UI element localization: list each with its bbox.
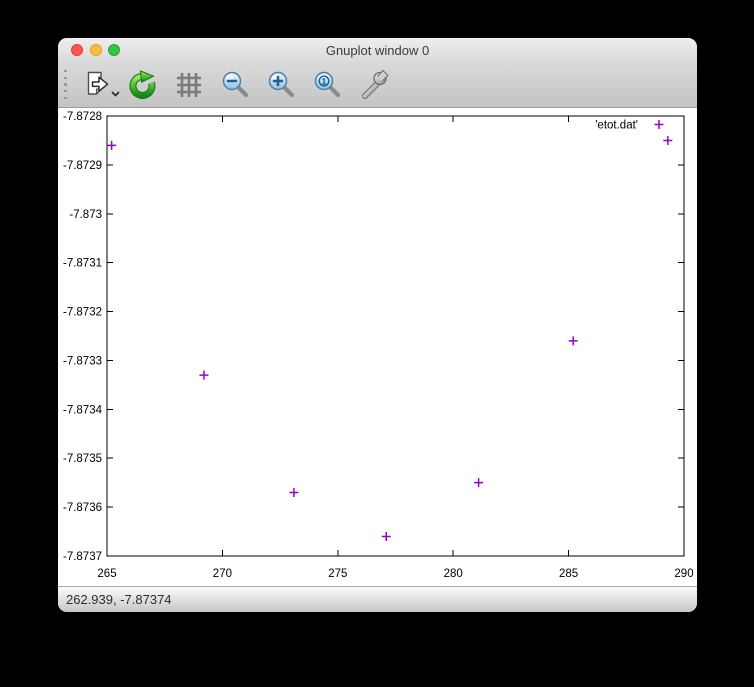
svg-text:1: 1	[321, 76, 326, 86]
zoom-reset-button[interactable]: 1	[308, 64, 346, 106]
svg-text:-7.8732: -7.8732	[63, 307, 102, 319]
export-plot-icon	[81, 69, 113, 101]
replot-refresh-icon	[127, 69, 159, 101]
traffic-lights	[71, 44, 120, 56]
zoom-in-button[interactable]	[262, 64, 300, 106]
svg-text:-7.873: -7.873	[69, 209, 102, 221]
plot-svg: 265 270 275 280 285 290 -7.8728 -7.8729 -7.873 -7…	[58, 108, 697, 586]
toolbar: 1	[58, 62, 697, 108]
svg-text:-7.8737: -7.8737	[63, 551, 102, 563]
chevron-down-icon	[111, 91, 120, 97]
minimize-button[interactable]	[90, 44, 102, 56]
svg-text:-7.8736: -7.8736	[63, 502, 102, 514]
svg-text:270: 270	[213, 568, 232, 580]
toolbar-drag-handle[interactable]	[61, 68, 70, 101]
toggle-grid-icon	[173, 69, 205, 101]
svg-text:-7.8731: -7.8731	[63, 258, 102, 270]
svg-text:-7.8734: -7.8734	[63, 404, 103, 416]
window-title: Gnuplot window 0	[58, 38, 697, 62]
zoom-out-magnifier-icon	[219, 69, 251, 101]
close-button[interactable]	[71, 44, 83, 56]
zoom-out-button[interactable]	[216, 64, 254, 106]
desktop-background: Gnuplot window 0	[0, 0, 754, 687]
svg-text:290: 290	[674, 568, 693, 580]
maximize-button[interactable]	[108, 44, 120, 56]
svg-text:-7.8735: -7.8735	[63, 453, 102, 465]
zoom-in-magnifier-icon	[265, 69, 297, 101]
gnuplot-window: Gnuplot window 0	[58, 38, 697, 612]
svg-text:-7.8729: -7.8729	[63, 160, 102, 172]
svg-text:285: 285	[559, 568, 578, 580]
svg-text:265: 265	[97, 568, 116, 580]
settings-wrench-icon	[357, 69, 389, 101]
replot-button[interactable]	[124, 64, 162, 106]
grid-button[interactable]	[170, 64, 208, 106]
titlebar: Gnuplot window 0	[58, 38, 697, 62]
zoom-reset-magnifier-icon: 1	[311, 69, 343, 101]
svg-text:275: 275	[328, 568, 347, 580]
settings-button[interactable]	[354, 64, 392, 106]
statusbar: 262.939, -7.87374	[58, 586, 697, 612]
svg-text:-7.8728: -7.8728	[63, 111, 102, 123]
cursor-coordinates: 262.939, -7.87374	[66, 592, 172, 607]
plot-canvas[interactable]: 265 270 275 280 285 290 -7.8728 -7.8729 -7.873 -7…	[58, 108, 697, 586]
svg-text:-7.8733: -7.8733	[63, 355, 102, 367]
svg-text:280: 280	[444, 568, 463, 580]
export-button[interactable]	[78, 64, 116, 106]
svg-text:'etot.dat': 'etot.dat'	[595, 120, 638, 132]
